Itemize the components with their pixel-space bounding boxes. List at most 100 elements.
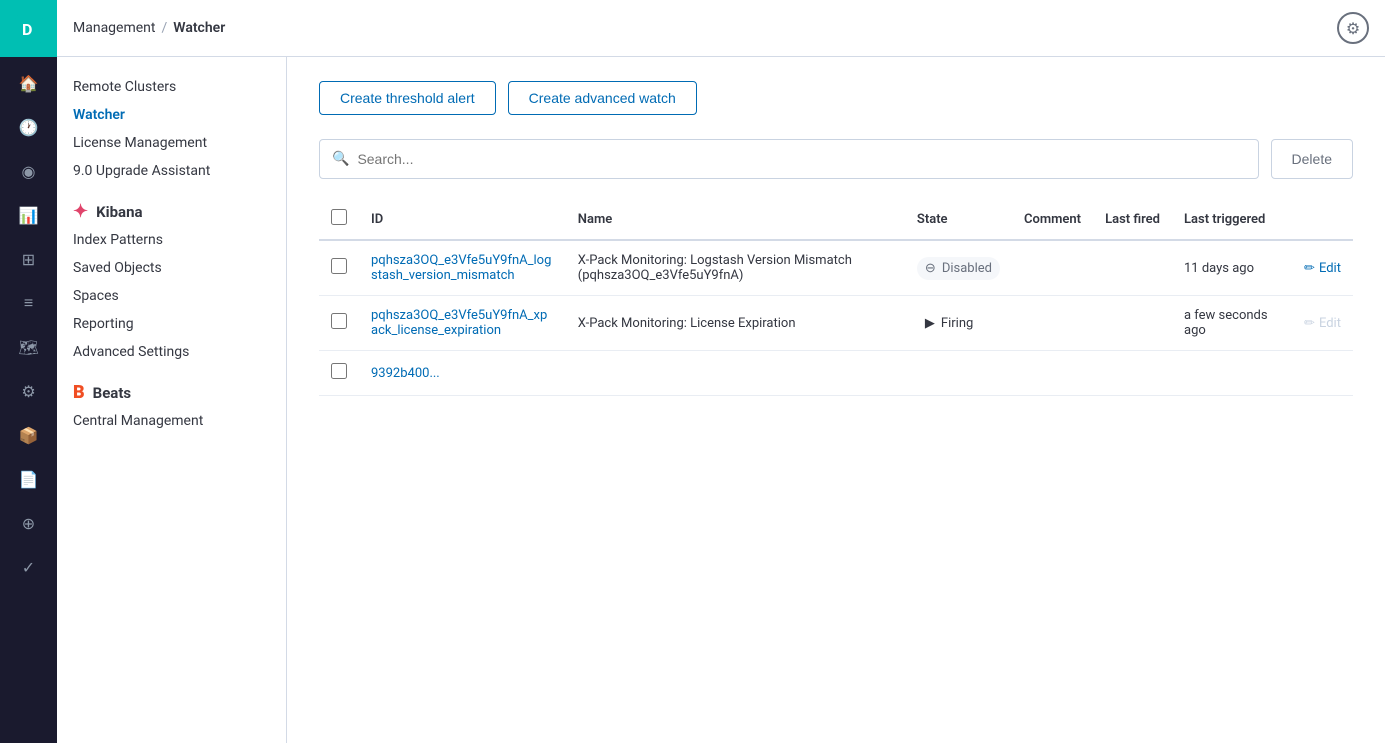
sidebar-item-spaces-label: Spaces: [73, 288, 119, 304]
sidebar-section-management: Remote Clusters Watcher License Manageme…: [57, 73, 286, 185]
row2-last-triggered: a few seconds ago: [1184, 308, 1268, 338]
nav-icon-chart[interactable]: 📊: [9, 195, 49, 235]
row3-name-cell: [566, 351, 905, 396]
sidebar-item-spaces[interactable]: Spaces: [57, 282, 286, 310]
svg-text:D: D: [22, 20, 32, 39]
sidebar-section-beats: B Beats Central Management: [57, 374, 286, 435]
row1-state-badge: ⊖ Disabled: [917, 257, 1000, 280]
sidebar-item-remote-clusters[interactable]: Remote Clusters: [57, 73, 286, 101]
sidebar-beats-title: B Beats: [57, 374, 286, 407]
sidebar-item-watcher-label: Watcher: [73, 107, 125, 123]
row2-id-cell: pqhsza3OQ_e3Vfe5uY9fnA_xpack_license_exp…: [359, 296, 566, 351]
row2-state-label: Firing: [941, 316, 973, 331]
row1-state-label: Disabled: [942, 261, 992, 276]
search-box-container: 🔍: [319, 139, 1259, 179]
beats-icon: B: [73, 382, 85, 403]
row2-id-link[interactable]: pqhsza3OQ_e3Vfe5uY9fnA_xpack_license_exp…: [371, 308, 547, 338]
delete-button[interactable]: Delete: [1271, 139, 1353, 179]
table-row: pqhsza3OQ_e3Vfe5uY9fnA_xpack_license_exp…: [319, 296, 1353, 351]
row3-last-fired-cell: [1093, 351, 1172, 396]
sidebar-item-reporting-label: Reporting: [73, 316, 134, 332]
nav-icon-clock[interactable]: 🕐: [9, 107, 49, 147]
sidebar: Remote Clusters Watcher License Manageme…: [57, 57, 287, 743]
nav-icon-check[interactable]: ✓: [9, 547, 49, 587]
search-input[interactable]: [357, 151, 1245, 167]
sidebar-kibana-label: Kibana: [96, 203, 142, 221]
nav-icon-list[interactable]: ≡: [9, 283, 49, 323]
row3-checkbox[interactable]: [331, 363, 347, 379]
sidebar-item-saved-objects-label: Saved Objects: [73, 260, 162, 276]
breadcrumb: Management / Watcher: [73, 20, 225, 36]
kibana-icon: ✦: [73, 201, 88, 222]
user-icon[interactable]: ⚙: [1337, 12, 1369, 44]
sidebar-beats-label: Beats: [93, 384, 131, 402]
search-icon: 🔍: [332, 151, 349, 167]
row1-last-triggered: 11 days ago: [1184, 261, 1254, 276]
row1-last-triggered-cell: 11 days ago: [1172, 240, 1292, 296]
create-threshold-alert-button[interactable]: Create threshold alert: [319, 81, 496, 115]
sidebar-item-upgrade-assistant[interactable]: 9.0 Upgrade Assistant: [57, 157, 286, 185]
topbar-right: ⚙: [1337, 12, 1369, 44]
create-advanced-watch-button[interactable]: Create advanced watch: [508, 81, 697, 115]
row2-edit-link[interactable]: ✏ Edit: [1304, 316, 1341, 331]
nav-icon-layers[interactable]: ⊕: [9, 503, 49, 543]
sidebar-section-kibana: ✦ Kibana Index Patterns Saved Objects Sp…: [57, 193, 286, 366]
sidebar-item-license-management[interactable]: License Management: [57, 129, 286, 157]
row2-name-cell: X-Pack Monitoring: License Expiration: [566, 296, 905, 351]
nav-icon-grid[interactable]: ⊞: [9, 239, 49, 279]
col-actions: [1292, 199, 1353, 240]
row2-last-fired-cell: [1093, 296, 1172, 351]
row2-checkbox-cell: [319, 296, 359, 351]
row1-actions-cell: ✏ Edit: [1292, 240, 1353, 296]
nav-icon-package[interactable]: 📦: [9, 415, 49, 455]
app-logo[interactable]: D: [0, 0, 57, 57]
col-last-fired: Last fired: [1093, 199, 1172, 240]
row2-state-badge: ▶ Firing: [917, 312, 981, 335]
row1-state-cell: ⊖ Disabled: [905, 240, 1012, 296]
sidebar-kibana-title: ✦ Kibana: [57, 193, 286, 226]
row1-comment-cell: [1012, 240, 1093, 296]
action-buttons: Create threshold alert Create advanced w…: [319, 81, 1353, 115]
row2-name: X-Pack Monitoring: License Expiration: [578, 316, 796, 331]
sidebar-item-remote-clusters-label: Remote Clusters: [73, 79, 176, 95]
breadcrumb-current: Watcher: [173, 20, 225, 36]
row1-id-link[interactable]: pqhsza3OQ_e3Vfe5uY9fnA_logstash_version_…: [371, 253, 551, 283]
row3-id-link[interactable]: 9392b400...: [371, 366, 440, 381]
nav-icon-home[interactable]: 🏠: [9, 63, 49, 103]
table-row: pqhsza3OQ_e3Vfe5uY9fnA_logstash_version_…: [319, 240, 1353, 296]
firing-icon: ▶: [925, 316, 935, 331]
breadcrumb-parent[interactable]: Management: [73, 20, 155, 36]
row3-checkbox-cell: [319, 351, 359, 396]
sidebar-item-advanced-settings[interactable]: Advanced Settings: [57, 338, 286, 366]
row2-checkbox[interactable]: [331, 313, 347, 329]
icon-rail: D 🏠 🕐 ◉ 📊 ⊞ ≡ 🗺 ⚙ 📦 📄 ⊕ ✓: [0, 0, 57, 743]
sidebar-item-saved-objects[interactable]: Saved Objects: [57, 254, 286, 282]
nav-icon-compass[interactable]: ◉: [9, 151, 49, 191]
row1-checkbox[interactable]: [331, 258, 347, 274]
row1-last-fired-cell: [1093, 240, 1172, 296]
row1-edit-label: Edit: [1319, 261, 1341, 276]
nav-icon-puzzle[interactable]: ⚙: [9, 371, 49, 411]
table-row: 9392b400...: [319, 351, 1353, 396]
select-all-checkbox[interactable]: [331, 209, 347, 225]
nav-icon-document[interactable]: 📄: [9, 459, 49, 499]
row2-actions-cell: ✏ Edit: [1292, 296, 1353, 351]
sidebar-item-index-patterns-label: Index Patterns: [73, 232, 163, 248]
row1-edit-link[interactable]: ✏ Edit: [1304, 261, 1341, 276]
sidebar-item-index-patterns[interactable]: Index Patterns: [57, 226, 286, 254]
sidebar-item-advanced-settings-label: Advanced Settings: [73, 344, 189, 360]
row2-last-triggered-cell: a few seconds ago: [1172, 296, 1292, 351]
sidebar-item-reporting[interactable]: Reporting: [57, 310, 286, 338]
watch-table: ID Name State Comment Last fired Last tr…: [319, 199, 1353, 396]
sidebar-item-watcher[interactable]: Watcher: [57, 101, 286, 129]
search-row: 🔍 Delete: [319, 139, 1353, 179]
sidebar-item-central-management[interactable]: Central Management: [57, 407, 286, 435]
row3-id-cell: 9392b400...: [359, 351, 566, 396]
table-header-row: ID Name State Comment Last fired Last tr…: [319, 199, 1353, 240]
nav-icon-map[interactable]: 🗺: [9, 327, 49, 367]
row1-name: X-Pack Monitoring: Logstash Version Mism…: [578, 253, 852, 283]
row3-last-triggered-cell: [1172, 351, 1292, 396]
row3-actions-cell: [1292, 351, 1353, 396]
row2-state-cell: ▶ Firing: [905, 296, 1012, 351]
row2-edit-pencil-icon: ✏: [1304, 316, 1315, 331]
